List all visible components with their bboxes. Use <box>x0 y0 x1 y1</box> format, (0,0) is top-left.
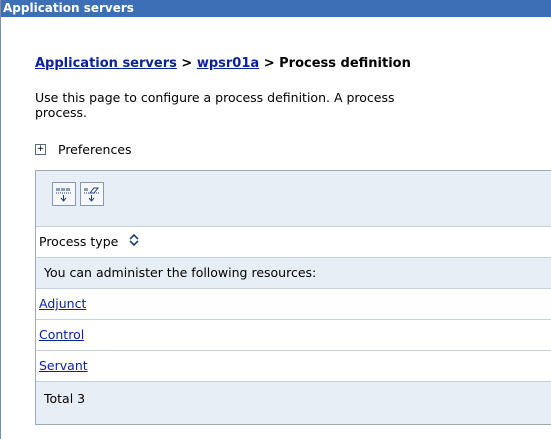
preferences-section[interactable]: + Preferences <box>35 142 132 157</box>
control-link[interactable]: Control <box>39 327 84 342</box>
breadcrumb-current: Process definition <box>279 56 411 71</box>
select-all-button[interactable] <box>52 182 76 206</box>
page-description: Use this page to configure a process def… <box>35 90 551 120</box>
breadcrumb-separator: > <box>181 56 193 71</box>
adjunct-link[interactable]: Adjunct <box>39 296 86 311</box>
deselect-all-button[interactable] <box>80 182 104 206</box>
deselect-all-icon <box>84 187 100 202</box>
description-line-2: process. <box>35 105 88 120</box>
breadcrumb: Application servers > wpsr01a > Process … <box>35 56 411 71</box>
window-title: Application servers <box>1 0 551 17</box>
table-row: Control <box>36 320 551 351</box>
preferences-label[interactable]: Preferences <box>58 142 132 157</box>
servant-link[interactable]: Servant <box>39 358 88 373</box>
column-header-row: Process type <box>36 227 551 258</box>
table-subheader: You can administer the following resourc… <box>36 258 551 289</box>
table-total: Total 3 <box>36 382 551 424</box>
resource-table: Process type You can administer the foll… <box>35 170 551 425</box>
description-line-1: Use this page to configure a process def… <box>35 90 395 105</box>
expand-icon[interactable]: + <box>35 144 46 155</box>
select-all-icon <box>56 188 71 202</box>
sort-arrows-icon[interactable] <box>128 228 140 258</box>
table-row: Servant <box>36 351 551 382</box>
breadcrumb-separator: > <box>263 56 275 71</box>
content-frame: Application servers Application servers … <box>0 0 551 439</box>
table-row: Adjunct <box>36 289 551 320</box>
table-toolbar <box>36 171 551 227</box>
column-header-process-type[interactable]: Process type <box>39 234 118 249</box>
breadcrumb-wpsr01a-link[interactable]: wpsr01a <box>197 56 259 71</box>
breadcrumb-application-servers-link[interactable]: Application servers <box>35 56 177 71</box>
